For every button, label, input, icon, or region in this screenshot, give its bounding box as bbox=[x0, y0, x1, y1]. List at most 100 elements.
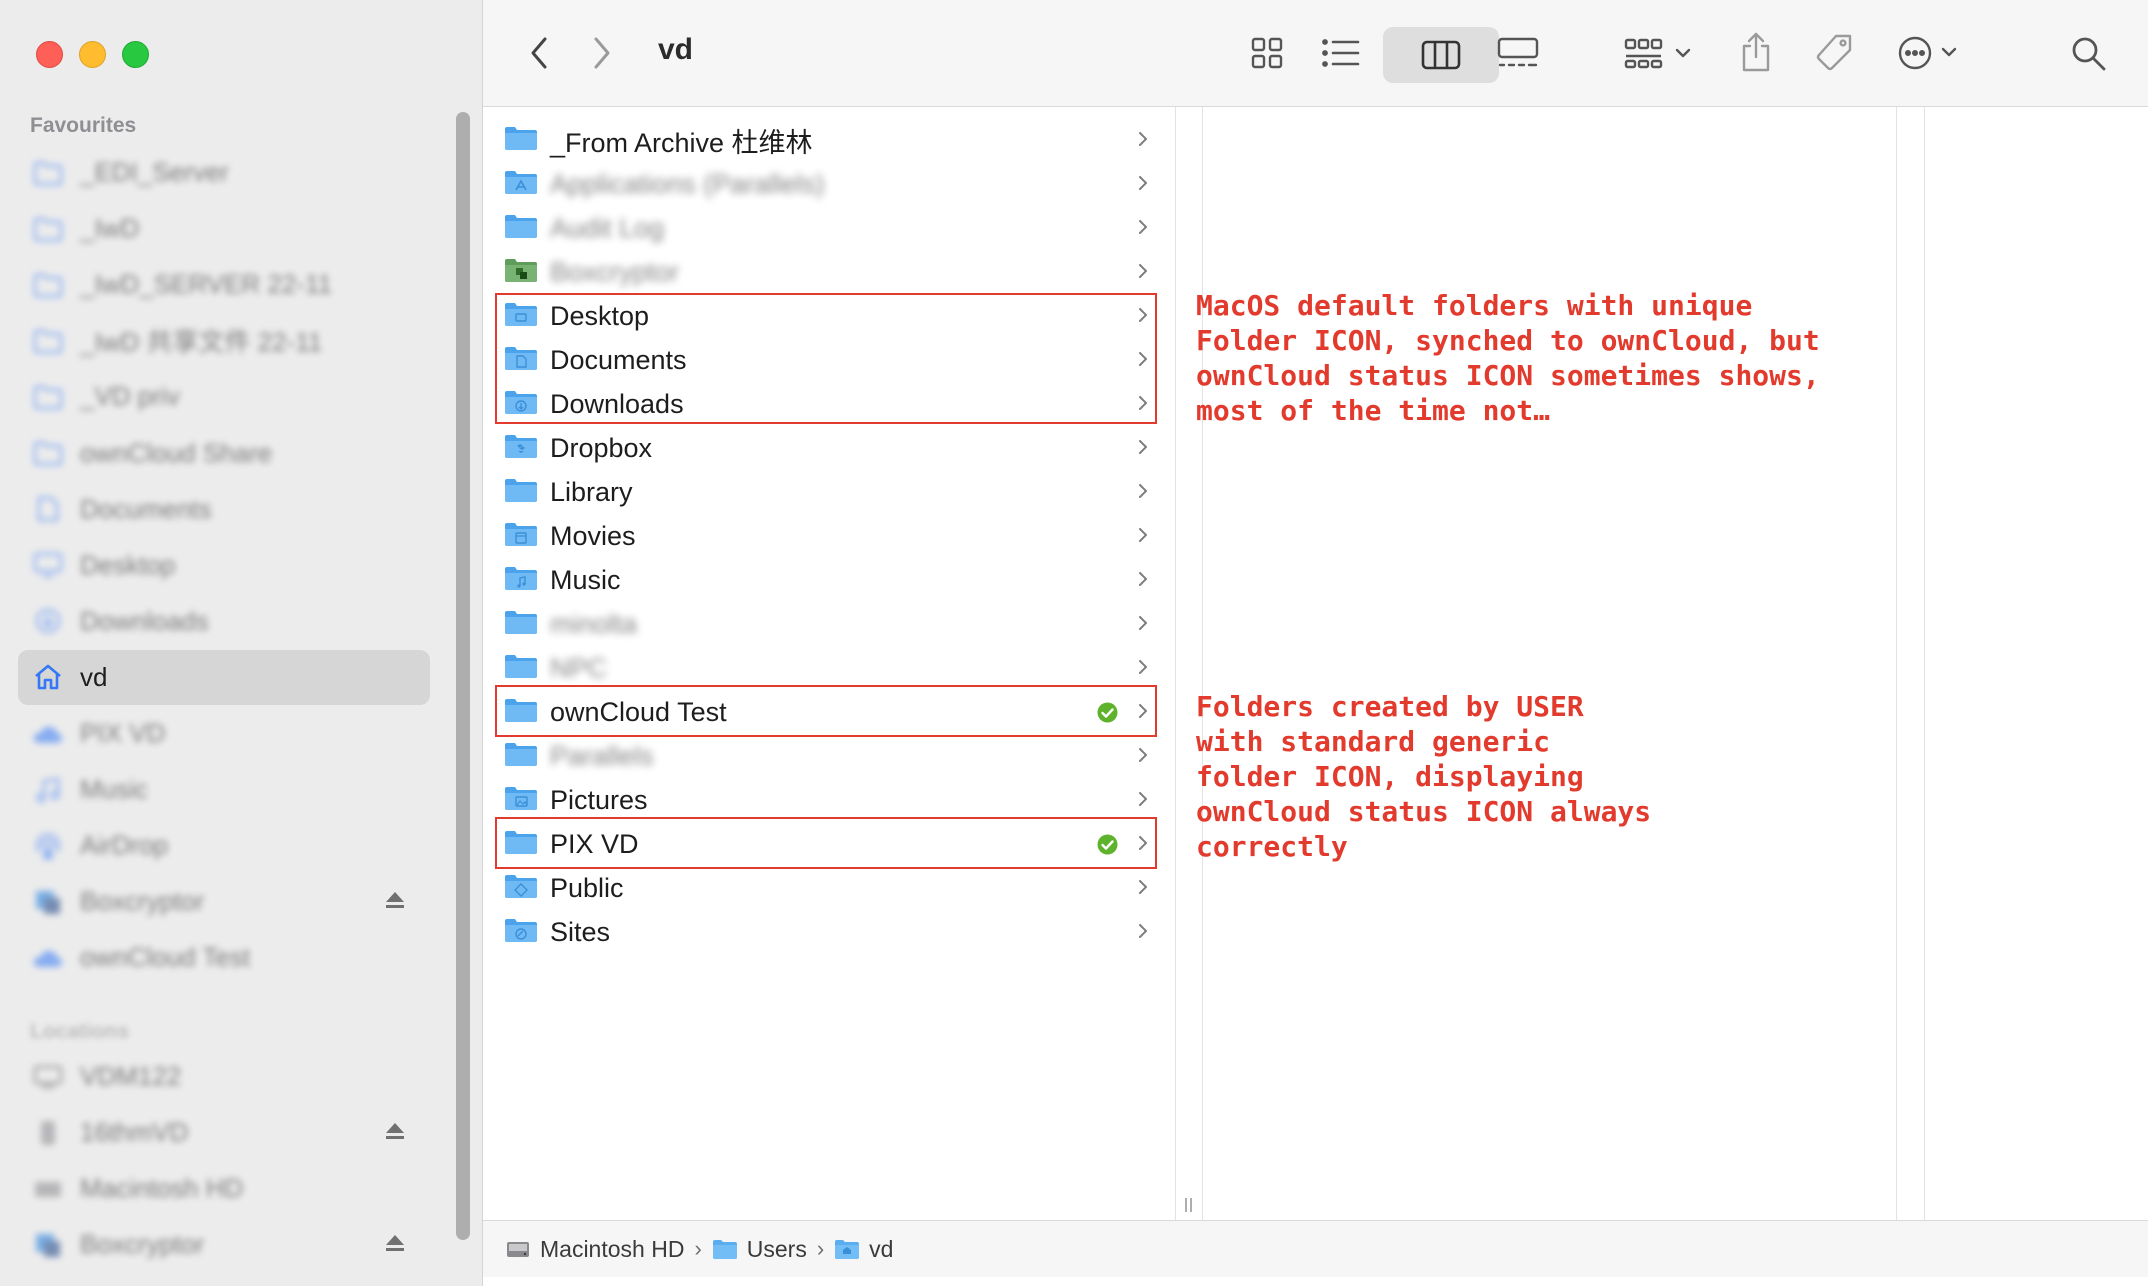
folder-row-library[interactable]: Library bbox=[493, 470, 1165, 514]
sidebar: Favourites _EDI_Server _IwD _IwD_SERVER … bbox=[0, 0, 483, 1286]
column-resize-handle[interactable] bbox=[1184, 1196, 1194, 1214]
chevron-right-icon bbox=[1139, 616, 1147, 630]
folder-row-sites[interactable]: Sites bbox=[493, 910, 1165, 954]
folder-row-pictures[interactable]: Pictures bbox=[493, 778, 1165, 822]
sidebar-header-locations: Locations bbox=[30, 1020, 130, 1043]
path-item-vd[interactable]: vd bbox=[834, 1236, 893, 1263]
folder-icon bbox=[32, 383, 64, 411]
folder-icon bbox=[32, 439, 64, 467]
window-controls bbox=[36, 41, 149, 68]
movies-folder-icon bbox=[493, 520, 550, 553]
folder-row-minolta[interactable]: minolta bbox=[493, 602, 1165, 646]
chevron-right-icon bbox=[1139, 748, 1147, 762]
column-divider[interactable] bbox=[1924, 107, 1925, 1220]
list-view-button[interactable] bbox=[1319, 33, 1363, 73]
eject-icon[interactable] bbox=[384, 1233, 406, 1253]
column-view-button[interactable] bbox=[1383, 27, 1499, 83]
list-view-icon bbox=[1322, 39, 1360, 67]
more-button[interactable] bbox=[1897, 33, 1967, 73]
sidebar-item-label: ownCloud Test bbox=[80, 942, 251, 973]
sidebar-item-desktop[interactable]: Desktop bbox=[18, 538, 430, 593]
sidebar-item-label: AirDrop bbox=[80, 830, 169, 861]
folder-row-dropbox[interactable]: Dropbox bbox=[493, 426, 1165, 470]
chevron-right-icon bbox=[1139, 484, 1147, 498]
folder-row-parallels[interactable]: Parallels bbox=[493, 734, 1165, 778]
sidebar-item-label: Music bbox=[80, 774, 148, 805]
sidebar-item-iwd-22-11[interactable]: _IwD 共享文件 22-11 bbox=[18, 313, 430, 368]
boxcryptor-folder-icon bbox=[493, 256, 550, 289]
sidebar-item-owncloud-test[interactable]: ownCloud Test bbox=[18, 930, 430, 985]
folder-row-movies[interactable]: Movies bbox=[493, 514, 1165, 558]
gallery-view-button[interactable] bbox=[1493, 33, 1543, 73]
chevron-right-icon bbox=[1139, 528, 1147, 542]
boxcryptor-icon bbox=[32, 1231, 64, 1259]
group-button[interactable] bbox=[1623, 33, 1703, 73]
folder-name: Applications (Parallels) bbox=[550, 168, 825, 199]
column-view-icon bbox=[1421, 40, 1461, 70]
sidebar-item-boxcryptor[interactable]: Boxcryptor bbox=[18, 1217, 430, 1272]
folder-row-npc[interactable]: NPC bbox=[493, 646, 1165, 690]
sidebar-item-16thmvd[interactable]: 16thmVD bbox=[18, 1105, 430, 1160]
folder-name: Movies bbox=[550, 520, 636, 551]
sidebar-scrollbar[interactable] bbox=[456, 112, 470, 1240]
finder-window: Favourites _EDI_Server _IwD _IwD_SERVER … bbox=[0, 0, 2148, 1286]
folder-icon bbox=[32, 327, 64, 355]
path-item-macintosh-hd[interactable]: Macintosh HD bbox=[505, 1236, 684, 1263]
sidebar-item-iwd-server-22-11[interactable]: _IwD_SERVER 22-11 bbox=[18, 257, 430, 312]
forward-button[interactable] bbox=[587, 34, 617, 72]
search-button[interactable] bbox=[2068, 33, 2110, 75]
back-icon bbox=[531, 37, 547, 69]
folder-row-applications-parallels[interactable]: Applications (Parallels) bbox=[493, 162, 1165, 206]
column-divider[interactable] bbox=[1896, 107, 1897, 1220]
folder-name: Pictures bbox=[550, 784, 648, 815]
sites-folder-icon bbox=[493, 916, 550, 949]
back-button[interactable] bbox=[524, 34, 554, 72]
folder-icon bbox=[32, 159, 64, 187]
folder-name: Library bbox=[550, 476, 633, 507]
eject-icon[interactable] bbox=[384, 1121, 406, 1141]
tags-button[interactable] bbox=[1813, 32, 1855, 74]
sidebar-item-vd-priv[interactable]: _VD priv bbox=[18, 369, 430, 424]
sidebar-item-vd[interactable]: vd bbox=[18, 649, 430, 705]
dropbox-folder-icon bbox=[493, 432, 550, 465]
sidebar-item-pix-vd[interactable]: PIX VD bbox=[18, 706, 430, 761]
chevron-right-icon bbox=[1139, 220, 1147, 234]
sidebar-item-boxcryptor[interactable]: Boxcryptor bbox=[18, 874, 430, 929]
folder-row-music[interactable]: Music bbox=[493, 558, 1165, 602]
folder-name: Sites bbox=[550, 916, 611, 947]
path-item-users[interactable]: Users bbox=[712, 1236, 807, 1263]
sidebar-item-airdrop[interactable]: AirDrop bbox=[18, 818, 430, 873]
icon-view-button[interactable] bbox=[1247, 33, 1287, 73]
download-icon bbox=[32, 607, 64, 635]
sidebar-item-vdm122[interactable]: VDM122 bbox=[18, 1049, 430, 1104]
sidebar-item-iwd[interactable]: _IwD bbox=[18, 201, 430, 256]
sidebar-item-edi-server[interactable]: _EDI_Server bbox=[18, 145, 430, 200]
music-icon bbox=[32, 776, 64, 804]
column-divider[interactable] bbox=[1175, 107, 1176, 1220]
folder-name: Parallels bbox=[550, 740, 654, 771]
folder-row-audit-log[interactable]: Audit Log bbox=[493, 206, 1165, 250]
pictures-folder-icon bbox=[493, 784, 550, 817]
folder-icon bbox=[32, 215, 64, 243]
chevron-right-icon bbox=[1139, 176, 1147, 190]
minimize-button[interactable] bbox=[79, 41, 106, 68]
share-button[interactable] bbox=[1736, 28, 1776, 76]
sidebar-item-documents[interactable]: Documents bbox=[18, 482, 430, 537]
sidebar-item-label: VDM122 bbox=[80, 1061, 182, 1091]
sidebar-item-owncloud-share[interactable]: ownCloud Share bbox=[18, 426, 430, 481]
column-divider[interactable] bbox=[1202, 107, 1203, 1220]
folder-row-from-archive[interactable]: _From Archive 杜维林 bbox=[493, 118, 1165, 162]
folder-icon bbox=[493, 212, 550, 245]
sidebar-item-music[interactable]: Music bbox=[18, 762, 430, 817]
toolbar: vd bbox=[483, 0, 2148, 107]
sidebar-item-macintosh-hd[interactable]: Macintosh HD bbox=[18, 1161, 430, 1216]
zoom-button[interactable] bbox=[122, 41, 149, 68]
eject-icon[interactable] bbox=[384, 890, 406, 910]
close-button[interactable] bbox=[36, 41, 63, 68]
folder-row-public[interactable]: Public bbox=[493, 866, 1165, 910]
icon-view-icon bbox=[1251, 37, 1283, 69]
sidebar-header-favourites: Favourites bbox=[30, 114, 137, 137]
folder-row-boxcryptor[interactable]: Boxcryptor bbox=[493, 250, 1165, 294]
sidebar-item-downloads[interactable]: Downloads bbox=[18, 594, 430, 649]
cloud-icon bbox=[32, 720, 64, 748]
